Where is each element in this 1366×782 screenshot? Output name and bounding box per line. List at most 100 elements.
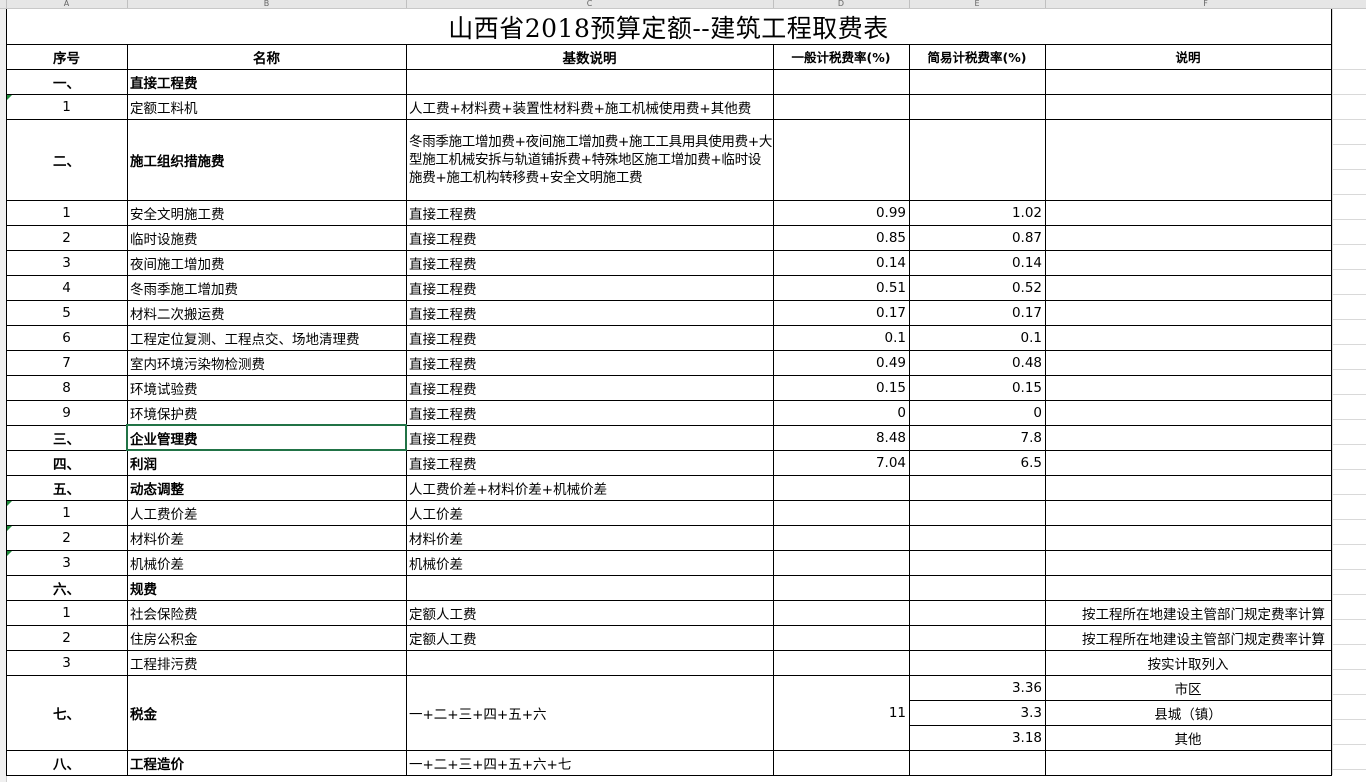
general-tax-rate-cell[interactable]: 11 bbox=[773, 675, 909, 750]
base-description-cell[interactable]: 直接工程费 bbox=[406, 250, 773, 275]
general-tax-rate-cell[interactable]: 7.04 bbox=[773, 450, 909, 475]
column-header-f[interactable]: F bbox=[1045, 0, 1366, 8]
column-header-b[interactable]: B bbox=[127, 0, 406, 8]
note-cell[interactable] bbox=[1045, 94, 1331, 119]
base-description-cell[interactable] bbox=[406, 575, 773, 600]
column-header-cell[interactable]: 简易计税费率(%) bbox=[909, 44, 1045, 69]
simple-tax-rate-cell[interactable]: 1.02 bbox=[909, 200, 1045, 225]
general-tax-rate-cell[interactable]: 0.14 bbox=[773, 250, 909, 275]
item-name-cell[interactable]: 直接工程费 bbox=[127, 69, 406, 94]
general-tax-rate-cell[interactable]: 0 bbox=[773, 400, 909, 425]
row-number-cell[interactable]: 1 bbox=[6, 600, 127, 625]
general-tax-rate-cell[interactable] bbox=[773, 600, 909, 625]
simple-tax-rate-cell[interactable]: 0.87 bbox=[909, 225, 1045, 250]
row-number-cell[interactable]: 1 bbox=[6, 200, 127, 225]
item-name-cell[interactable]: 室内环境污染物检测费 bbox=[127, 350, 406, 375]
general-tax-rate-cell[interactable]: 0.49 bbox=[773, 350, 909, 375]
note-cell[interactable] bbox=[1045, 275, 1331, 300]
simple-tax-rate-cell[interactable] bbox=[909, 575, 1045, 600]
item-name-cell[interactable]: 规费 bbox=[127, 575, 406, 600]
item-name-cell[interactable]: 临时设施费 bbox=[127, 225, 406, 250]
base-description-cell[interactable]: 直接工程费 bbox=[406, 200, 773, 225]
base-description-cell[interactable]: 人工价差 bbox=[406, 500, 773, 525]
row-number-cell[interactable]: 1 bbox=[6, 500, 127, 525]
general-tax-rate-cell[interactable]: 0.85 bbox=[773, 225, 909, 250]
item-name-cell[interactable]: 工程定位复测、工程点交、场地清理费 bbox=[127, 325, 406, 350]
general-tax-rate-cell[interactable]: 0.17 bbox=[773, 300, 909, 325]
simple-tax-rate-cell[interactable] bbox=[909, 625, 1045, 650]
note-cell[interactable]: 县城（镇） bbox=[1045, 700, 1331, 725]
base-description-cell[interactable]: 直接工程费 bbox=[406, 375, 773, 400]
base-description-cell[interactable]: 直接工程费 bbox=[406, 300, 773, 325]
general-tax-rate-cell[interactable]: 0.99 bbox=[773, 200, 909, 225]
note-cell[interactable]: 其他 bbox=[1045, 725, 1331, 750]
simple-tax-rate-cell[interactable] bbox=[909, 119, 1045, 200]
row-number-cell[interactable]: 七、 bbox=[6, 675, 127, 750]
base-description-cell[interactable]: 直接工程费 bbox=[406, 350, 773, 375]
simple-tax-rate-cell[interactable] bbox=[909, 550, 1045, 575]
item-name-cell[interactable]: 机械价差 bbox=[127, 550, 406, 575]
base-description-cell[interactable]: 定额人工费 bbox=[406, 625, 773, 650]
note-cell[interactable] bbox=[1045, 300, 1331, 325]
base-description-cell[interactable]: 人工费+材料费+装置性材料费+施工机械使用费+其他费 bbox=[406, 94, 773, 119]
row-number-cell[interactable]: 六、 bbox=[6, 575, 127, 600]
note-cell[interactable]: 按工程所在地建设主管部门规定费率计算 bbox=[1045, 600, 1331, 625]
row-number-cell[interactable]: 8 bbox=[6, 375, 127, 400]
row-number-cell[interactable]: 2 bbox=[6, 225, 127, 250]
note-cell[interactable] bbox=[1045, 450, 1331, 475]
base-description-cell[interactable]: 人工费价差+材料价差+机械价差 bbox=[406, 475, 773, 500]
row-number-cell[interactable]: 4 bbox=[6, 275, 127, 300]
column-header-d[interactable]: D bbox=[773, 0, 909, 8]
row-number-cell[interactable]: 6 bbox=[6, 325, 127, 350]
note-cell[interactable] bbox=[1045, 500, 1331, 525]
item-name-cell[interactable]: 人工费价差 bbox=[127, 500, 406, 525]
row-number-cell[interactable]: 3 bbox=[6, 250, 127, 275]
simple-tax-rate-cell[interactable]: 0.15 bbox=[909, 375, 1045, 400]
row-number-cell[interactable]: 5 bbox=[6, 300, 127, 325]
row-number-cell[interactable]: 7 bbox=[6, 350, 127, 375]
general-tax-rate-cell[interactable] bbox=[773, 69, 909, 94]
general-tax-rate-cell[interactable]: 0.15 bbox=[773, 375, 909, 400]
row-number-cell[interactable]: 3 bbox=[6, 550, 127, 575]
row-number-cell[interactable]: 四、 bbox=[6, 450, 127, 475]
note-cell[interactable] bbox=[1045, 400, 1331, 425]
general-tax-rate-cell[interactable] bbox=[773, 500, 909, 525]
note-cell[interactable] bbox=[1045, 375, 1331, 400]
row-number-cell[interactable]: 五、 bbox=[6, 475, 127, 500]
note-cell[interactable]: 按工程所在地建设主管部门规定费率计算 bbox=[1045, 625, 1331, 650]
simple-tax-rate-cell[interactable]: 0.14 bbox=[909, 250, 1045, 275]
simple-tax-rate-cell[interactable]: 6.5 bbox=[909, 450, 1045, 475]
row-number-cell[interactable]: 八、 bbox=[6, 750, 127, 775]
general-tax-rate-cell[interactable] bbox=[773, 119, 909, 200]
general-tax-rate-cell[interactable] bbox=[773, 475, 909, 500]
simple-tax-rate-cell[interactable] bbox=[909, 475, 1045, 500]
general-tax-rate-cell[interactable] bbox=[773, 625, 909, 650]
simple-tax-rate-cell[interactable]: 0.17 bbox=[909, 300, 1045, 325]
general-tax-rate-cell[interactable] bbox=[773, 550, 909, 575]
general-tax-rate-cell[interactable]: 0.51 bbox=[773, 275, 909, 300]
note-cell[interactable] bbox=[1045, 575, 1331, 600]
base-description-cell[interactable] bbox=[406, 69, 773, 94]
base-description-cell[interactable]: 材料价差 bbox=[406, 525, 773, 550]
note-cell[interactable] bbox=[1045, 425, 1331, 450]
row-number-cell[interactable]: 2 bbox=[6, 525, 127, 550]
item-name-cell[interactable]: 环境试验费 bbox=[127, 375, 406, 400]
simple-tax-rate-cell[interactable]: 3.18 bbox=[909, 725, 1045, 750]
column-header-cell[interactable]: 序号 bbox=[6, 44, 127, 69]
item-name-cell[interactable]: 社会保险费 bbox=[127, 600, 406, 625]
note-cell[interactable] bbox=[1045, 325, 1331, 350]
simple-tax-rate-cell[interactable]: 3.36 bbox=[909, 675, 1045, 700]
item-name-cell[interactable]: 材料二次搬运费 bbox=[127, 300, 406, 325]
column-header-cell[interactable]: 名称 bbox=[127, 44, 406, 69]
item-name-cell[interactable]: 安全文明施工费 bbox=[127, 200, 406, 225]
item-name-cell[interactable]: 定额工料机 bbox=[127, 94, 406, 119]
note-cell[interactable] bbox=[1045, 525, 1331, 550]
base-description-cell[interactable]: 一+二+三+四+五+六 bbox=[406, 675, 773, 750]
simple-tax-rate-cell[interactable] bbox=[909, 500, 1045, 525]
general-tax-rate-cell[interactable] bbox=[773, 94, 909, 119]
spreadsheet-grid[interactable]: A B C D E F 山西省2018预算定额--建筑工程取费表 序号 名称 基数说明 一般计税费率… bbox=[0, 0, 1366, 782]
base-description-cell[interactable]: 直接工程费 bbox=[406, 325, 773, 350]
note-cell[interactable] bbox=[1045, 200, 1331, 225]
row-number-cell[interactable]: 三、 bbox=[6, 425, 127, 450]
row-number-cell[interactable]: 一、 bbox=[6, 69, 127, 94]
